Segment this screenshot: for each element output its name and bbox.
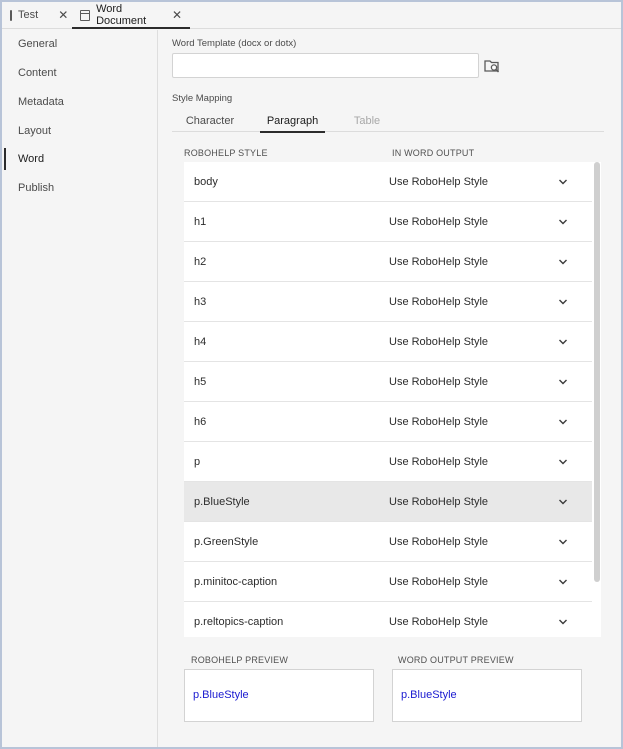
chevron-down-icon[interactable] <box>558 577 568 587</box>
tab-paragraph[interactable]: Paragraph <box>260 110 325 133</box>
word-output-select[interactable]: Use RoboHelp Style <box>389 576 488 588</box>
template-label: Word Template (docx or dotx) <box>172 38 297 49</box>
robohelp-style-name: p.reltopics-caption <box>194 615 284 628</box>
table-row[interactable]: h5 Use RoboHelp Style <box>184 362 592 402</box>
sidebar-item-metadata[interactable]: Metadata <box>2 89 158 115</box>
sidebar-item-content[interactable]: Content <box>2 60 158 86</box>
chevron-down-icon[interactable] <box>558 457 568 467</box>
tab-character[interactable]: Character <box>172 110 248 132</box>
chevron-down-icon[interactable] <box>558 257 568 267</box>
table-row[interactable]: h1 Use RoboHelp Style <box>184 202 592 242</box>
robohelp-style-name: p.minitoc-caption <box>194 575 278 588</box>
robohelp-style-name: p <box>194 455 201 468</box>
sidebar-item-publish[interactable]: Publish <box>2 175 158 201</box>
word-output-select[interactable]: Use RoboHelp Style <box>389 496 488 508</box>
word-output-select[interactable]: Use RoboHelp Style <box>389 336 488 348</box>
tab-label: Test <box>18 9 39 21</box>
tab-table[interactable]: Table <box>342 110 392 132</box>
table-row-selected[interactable]: p.BlueStyle Use RoboHelp Style <box>184 482 592 522</box>
tab-word-document[interactable]: Word Document ✕ <box>72 2 190 29</box>
sidebar-item-label: General <box>18 38 58 50</box>
word-output-select[interactable]: Use RoboHelp Style <box>389 536 488 548</box>
chevron-down-icon[interactable] <box>558 417 568 427</box>
table-row[interactable]: body Use RoboHelp Style <box>184 162 592 202</box>
table-row[interactable]: h4 Use RoboHelp Style <box>184 322 592 362</box>
style-mapping-tabs: Character Paragraph Table <box>172 110 604 133</box>
column-header-robohelp-style: ROBOHELP STYLE <box>184 148 268 158</box>
word-output-select[interactable]: Use RoboHelp Style <box>389 256 488 268</box>
sidebar-item-layout[interactable]: Layout <box>2 118 158 144</box>
table-row[interactable]: p.reltopics-caption Use RoboHelp Style <box>184 602 592 637</box>
chevron-down-icon[interactable] <box>558 617 568 627</box>
window-icon <box>10 9 12 21</box>
folder-search-icon[interactable] <box>484 58 500 74</box>
sidebar-item-label: Layout <box>18 125 52 137</box>
sidebar-item-label: Word <box>18 153 45 165</box>
list-scrollbar-thumb[interactable] <box>594 162 600 582</box>
table-row[interactable]: p Use RoboHelp Style <box>184 442 592 482</box>
word-output-preview-text: p.BlueStyle <box>401 689 457 701</box>
style-mapping-list: body Use RoboHelp Style h1 Use RoboHelp … <box>184 162 594 637</box>
robohelp-style-name: h6 <box>194 415 207 428</box>
table-row[interactable]: h3 Use RoboHelp Style <box>184 282 592 322</box>
robohelp-style-name: p.GreenStyle <box>194 535 259 548</box>
table-row[interactable]: h2 Use RoboHelp Style <box>184 242 592 282</box>
tab-label: Word Document <box>96 3 147 27</box>
sidebar-item-word[interactable]: Word <box>2 146 158 172</box>
window-icon <box>80 9 91 21</box>
word-output-select[interactable]: Use RoboHelp Style <box>389 616 488 628</box>
tab-test[interactable]: Test ✕ <box>2 2 72 28</box>
chevron-down-icon[interactable] <box>558 497 568 507</box>
word-output-select[interactable]: Use RoboHelp Style <box>389 216 488 228</box>
chevron-down-icon[interactable] <box>558 217 568 227</box>
robohelp-style-name: body <box>194 175 218 188</box>
column-header-word-output: IN WORD OUTPUT <box>392 148 475 158</box>
sidebar-item-general[interactable]: General <box>2 31 158 57</box>
robohelp-style-name: h2 <box>194 255 207 268</box>
word-output-select[interactable]: Use RoboHelp Style <box>389 416 488 428</box>
robohelp-style-name: h4 <box>194 335 207 348</box>
robohelp-preview-text: p.BlueStyle <box>193 689 249 701</box>
chevron-down-icon[interactable] <box>558 177 568 187</box>
close-icon[interactable]: ✕ <box>172 9 182 21</box>
robohelp-preview-label: ROBOHELP PREVIEW <box>191 655 289 665</box>
word-output-preview-label: WORD OUTPUT PREVIEW <box>398 655 514 665</box>
robohelp-style-name: h1 <box>194 215 207 228</box>
chevron-down-icon[interactable] <box>558 537 568 547</box>
document-tab-bar: Test ✕ Word Document ✕ <box>2 2 621 29</box>
table-row[interactable]: h6 Use RoboHelp Style <box>184 402 592 442</box>
chevron-down-icon[interactable] <box>558 377 568 387</box>
chevron-down-icon[interactable] <box>558 337 568 347</box>
close-icon[interactable]: ✕ <box>58 9 68 21</box>
style-mapping-label: Style Mapping <box>172 93 233 104</box>
table-row[interactable]: p.minitoc-caption Use RoboHelp Style <box>184 562 592 602</box>
robohelp-style-name: h5 <box>194 375 207 388</box>
sidebar-item-label: Publish <box>18 182 55 194</box>
sidebar-item-label: Metadata <box>18 96 64 108</box>
word-output-preview-box: p.BlueStyle <box>392 669 582 722</box>
word-template-input[interactable] <box>172 53 479 78</box>
robohelp-preview-box: p.BlueStyle <box>184 669 374 722</box>
robohelp-style-name: p.BlueStyle <box>194 495 250 508</box>
word-output-select[interactable]: Use RoboHelp Style <box>389 456 488 468</box>
robohelp-style-name: h3 <box>194 295 207 308</box>
table-row[interactable]: p.GreenStyle Use RoboHelp Style <box>184 522 592 562</box>
word-settings-panel: Word Template (docx or dotx) Style Mappi… <box>159 30 621 747</box>
word-output-select[interactable]: Use RoboHelp Style <box>389 296 488 308</box>
chevron-down-icon[interactable] <box>558 297 568 307</box>
settings-sidebar: General Content Metadata Layout Word Pub… <box>2 30 158 747</box>
sidebar-item-label: Content <box>18 67 57 79</box>
word-output-select[interactable]: Use RoboHelp Style <box>389 376 488 388</box>
word-output-select[interactable]: Use RoboHelp Style <box>389 176 488 188</box>
